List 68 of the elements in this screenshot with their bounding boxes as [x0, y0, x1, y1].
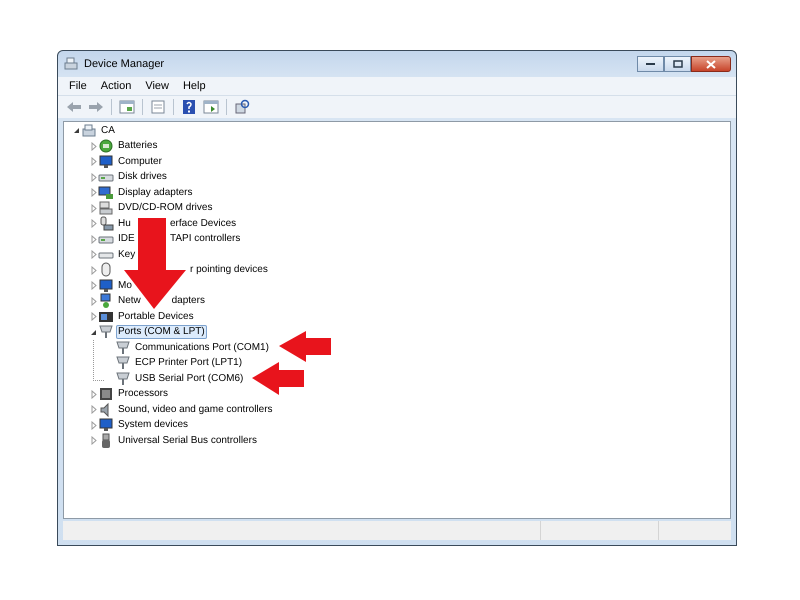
expand-icon[interactable]	[89, 204, 98, 213]
expand-icon[interactable]	[89, 188, 98, 198]
expand-icon[interactable]	[89, 281, 98, 290]
tree-item[interactable]: CA	[99, 124, 117, 138]
tree-item[interactable]: Portable Devices	[116, 310, 196, 324]
expand-icon[interactable]	[89, 405, 98, 414]
close-button[interactable]	[691, 56, 731, 72]
tree-item[interactable]: Mo	[116, 278, 134, 293]
hid-icon	[98, 216, 114, 232]
battery-icon	[98, 138, 114, 154]
tree-item[interactable]: Key	[116, 248, 138, 262]
minimize-button[interactable]	[637, 56, 664, 72]
expand-icon[interactable]	[89, 142, 98, 151]
menu-item[interactable]: File	[62, 79, 94, 93]
window-title: Device Manager	[84, 58, 164, 70]
expand-icon[interactable]	[89, 390, 98, 399]
expand-icon[interactable]	[89, 250, 98, 260]
processor-icon	[98, 386, 114, 402]
window-icon[interactable]	[117, 98, 137, 116]
expand-icon[interactable]	[89, 266, 98, 275]
port-icon	[115, 370, 131, 387]
tree-item[interactable]: Hu erface Devices	[116, 216, 238, 231]
monitor-icon	[98, 154, 114, 170]
expand-icon[interactable]	[89, 219, 98, 228]
drive-icon	[98, 200, 114, 216]
minimize-icon	[646, 62, 655, 66]
collapse-icon[interactable]	[89, 328, 98, 337]
port-icon	[98, 324, 114, 340]
tree-item[interactable]: Netw dapters	[116, 294, 207, 308]
monitor-icon	[98, 417, 114, 434]
arrow	[279, 331, 331, 362]
expand-icon[interactable]	[89, 420, 98, 430]
tree-item[interactable]: ECP Printer Port (LPT1)	[133, 356, 244, 370]
display-icon	[98, 184, 114, 201]
tree-item[interactable]: Computer	[116, 154, 164, 169]
computer-icon	[63, 56, 79, 72]
menu-item[interactable]: Help	[176, 79, 213, 93]
tree-item[interactable]: r pointing devices	[116, 263, 270, 278]
window-icon[interactable]	[201, 98, 221, 116]
expand-icon[interactable]	[89, 312, 98, 322]
tree-item[interactable]: Sound, video and game controllers	[116, 402, 275, 417]
arrow	[252, 362, 304, 395]
maximize-button[interactable]	[664, 56, 691, 72]
menu-item[interactable]: View	[138, 79, 176, 93]
tree-item[interactable]: Universal Serial Bus controllers	[116, 434, 259, 448]
tree-item[interactable]: System devices	[116, 418, 190, 432]
expand-icon[interactable]	[89, 234, 98, 244]
tree-item[interactable]: DVD/CD-ROM drives	[116, 201, 214, 216]
maximize-icon	[672, 60, 682, 68]
tree-item[interactable]: Communications Port (COM1)	[133, 340, 271, 355]
tree-item[interactable]: Disk drives	[116, 170, 169, 184]
port-icon	[115, 340, 131, 356]
expand-icon[interactable]	[89, 172, 98, 182]
tree-item[interactable]: IDE TAPI controllers	[116, 232, 242, 246]
expand-icon[interactable]	[89, 436, 98, 446]
collapse-icon[interactable]	[72, 126, 81, 136]
computer-icon	[81, 122, 97, 139]
close-icon	[706, 60, 716, 68]
tree-item[interactable]: Ports (COM & LPT)	[116, 325, 207, 340]
expand-icon[interactable]	[89, 157, 98, 166]
expand-icon[interactable]	[89, 296, 98, 306]
tree-item[interactable]: Processors	[116, 387, 170, 402]
monitor-icon	[98, 278, 114, 294]
tree-item[interactable]: Display adapters	[116, 186, 194, 200]
tree-item[interactable]: Batteries	[116, 139, 160, 154]
menu-item[interactable]: Action	[94, 79, 138, 93]
tree-item[interactable]: USB Serial Port (COM6)	[133, 372, 246, 386]
port-icon	[115, 355, 131, 372]
